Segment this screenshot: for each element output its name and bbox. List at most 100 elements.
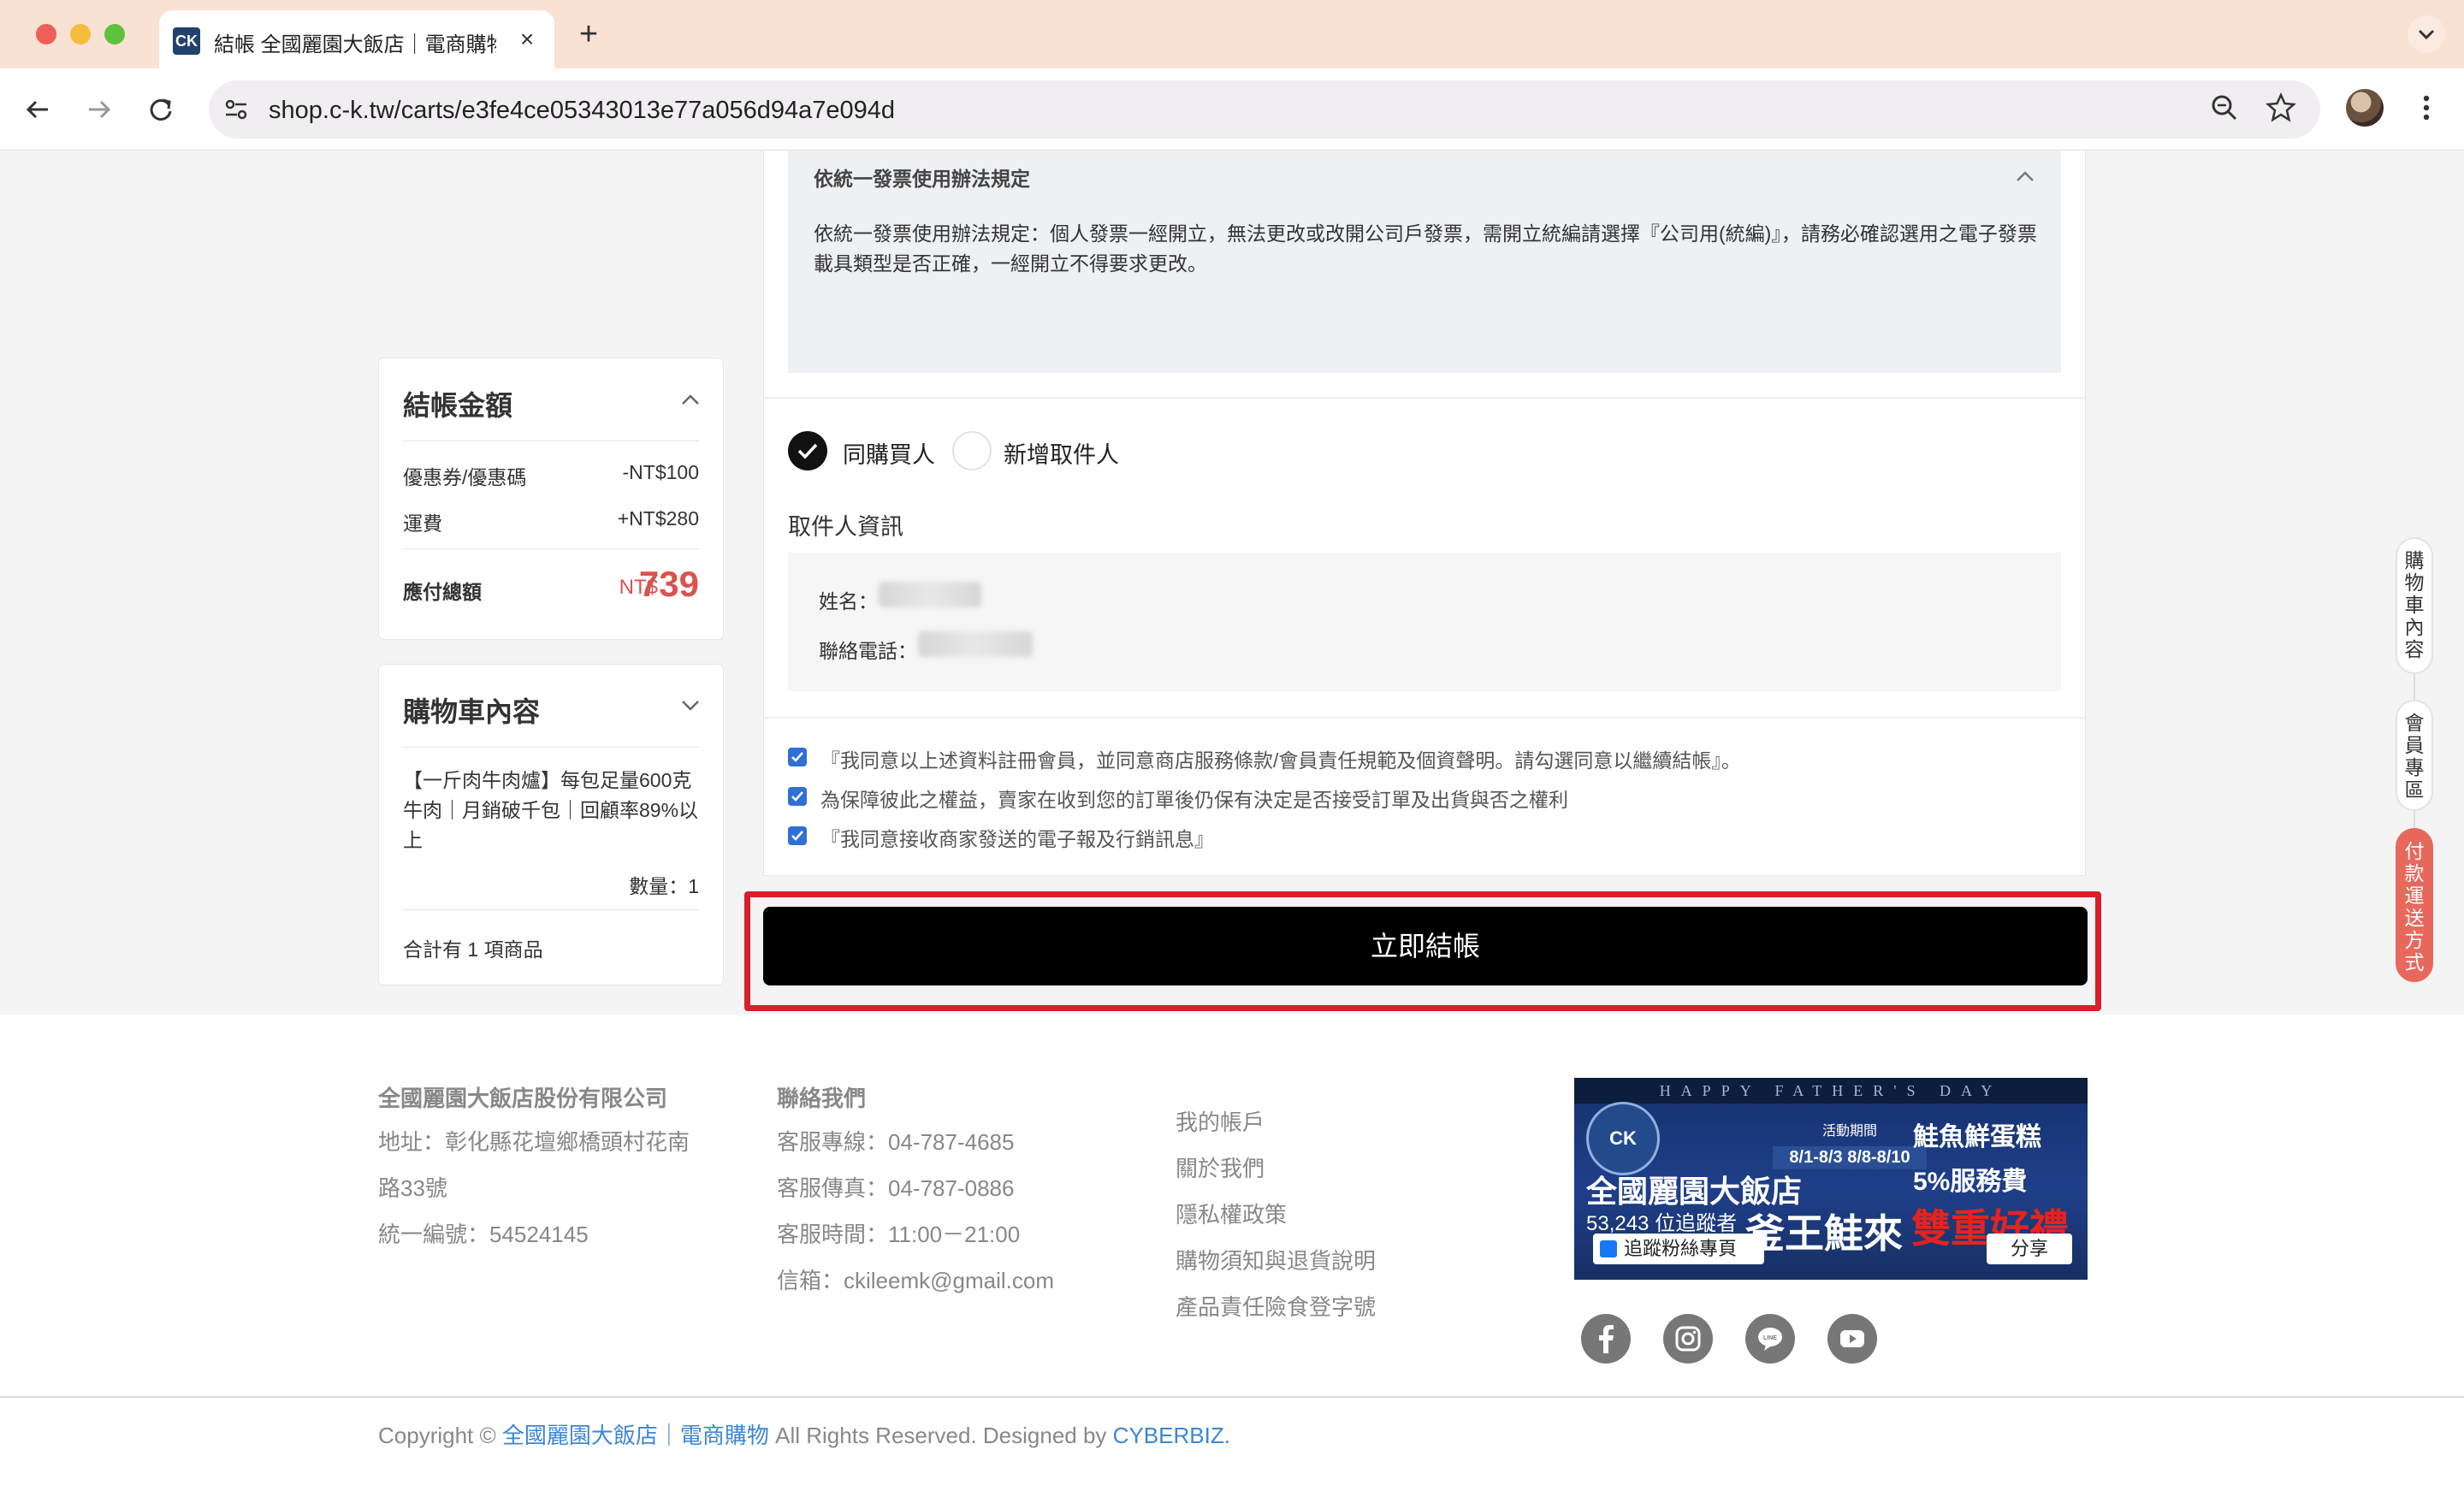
fb-page-logo: CK [1586,1102,1660,1175]
agreement-checkbox-newsletter[interactable] [788,826,807,845]
recipient-phone-label: 聯絡電話： [819,640,917,662]
fb-headline-2: 5%服務費 [1913,1168,2028,1196]
footer-link-my-account[interactable]: 我的帳戶 [1176,1105,1265,1137]
browser-toolbar: shop.c-k.tw/carts/e3fe4ce05343013e77a056… [0,68,2464,151]
reload-icon[interactable] [142,91,180,128]
footer-company-title: 全國麗園大飯店股份有限公司 [378,1086,668,1111]
checkout-now-button[interactable]: 立即結帳 [763,907,2088,985]
summary-title: 結帳金額 [403,390,513,421]
instagram-icon[interactable] [1663,1314,1713,1364]
agreement-label-newsletter: 『我同意接收商家發送的電子報及行銷訊息』 [820,828,1214,850]
recipient-name-label: 姓名： [819,590,878,612]
footer-company-address: 地址：彰化縣花壇鄉橋頭村花南路33號 [378,1129,690,1201]
fb-event-dates: 8/1-8/3 8/8-8/10 [1773,1146,1927,1169]
new-recipient-radio[interactable] [952,431,992,470]
facebook-page-banner[interactable]: HAPPY FATHER'S DAY CK 活動期間 8/1-8/3 8/8-8… [1574,1078,2088,1280]
shipping-label: 運費 [403,512,442,535]
total-amount: 739 [638,564,699,604]
side-rail-cart-contents[interactable]: 購物車內容 [2396,537,2433,674]
fb-follow-button[interactable]: 追蹤粉絲專頁 [1593,1234,1764,1264]
copyright-middle: All Rights Reserved. Designed by [775,1423,1107,1448]
side-rail-payment-shipping[interactable]: 付款運送方式 [2396,828,2433,982]
footer-contact-title: 聯絡我們 [777,1086,867,1111]
footer-link-liability-insurance[interactable]: 產品責任險食登字號 [1176,1290,1376,1322]
chevron-up-icon[interactable] [2015,169,2035,183]
checkout-form-panel: 依統一發票使用辦法規定 依統一發票使用辦法規定：個人發票一經開立，無法更改或改開… [763,151,2086,876]
site-footer: 全國麗園大飯店股份有限公司 地址：彰化縣花壇鄉橋頭村花南路33號 統一編號：54… [0,1015,2464,1497]
side-rail-payment-label: 付款運送方式 [2404,840,2425,973]
agreement-checkbox-register[interactable] [788,748,807,766]
copyright-shop-link[interactable]: 全國麗園大飯店｜電商購物 [502,1423,769,1448]
invoice-notice-text: 依統一發票使用辦法規定：個人發票一經開立，無法更改或改開公司戶發票，需開立統編請… [814,222,2037,275]
address-bar[interactable]: shop.c-k.tw/carts/e3fe4ce05343013e77a056… [209,80,2320,139]
recipient-phone-redacted [918,631,1033,657]
side-rail-member-area[interactable]: 會員專區 [2396,700,2433,811]
line-icon[interactable]: LINE [1745,1314,1795,1364]
copyright-designer-link[interactable]: CYBERBIZ. [1113,1423,1230,1448]
footer-contact-hours: 客服時間：11:00－21:00 [777,1222,1021,1247]
fb-headline-1: 鮭魚鮮蛋糕 [1913,1123,2041,1151]
url-text[interactable]: shop.c-k.tw/carts/e3fe4ce05343013e77a056… [269,97,895,125]
cart-title: 購物車內容 [403,696,541,727]
tab-search-chevron-icon[interactable] [2408,15,2445,53]
fb-banner-strip: HAPPY FATHER'S DAY [1574,1078,2088,1104]
agreement-checkbox-order-rights[interactable] [788,787,807,806]
bookmark-star-icon[interactable] [2262,89,2300,127]
youtube-icon[interactable] [1827,1314,1877,1364]
invoice-notice-box: 依統一發票使用辦法規定 依統一發票使用辦法規定：個人發票一經開立，無法更改或改開… [788,151,2061,373]
chevron-down-icon[interactable] [680,699,701,713]
footer-contact-fax: 客服傳真：04-787-0886 [777,1175,1015,1201]
fb-follower-count: 53,243 位追蹤者 [1586,1212,1738,1235]
minimize-window-button[interactable] [70,24,91,44]
fb-page-name: 全國麗園大飯店 [1586,1174,1803,1209]
fb-share-button[interactable]: 分享 [1987,1234,2072,1264]
footer-company-tax-id: 統一編號：54524145 [378,1222,589,1247]
same-as-buyer-label[interactable]: 同購買人 [843,436,935,470]
tab-close-icon[interactable]: × [512,24,542,55]
cart-item-count: 合計有 1 項商品 [403,938,543,961]
new-tab-plus-icon[interactable]: + [572,15,606,53]
cart-item-name[interactable]: 【一斤肉牛肉爐】每包足量600克牛肉｜月銷破千包｜回顧率89%以上 [403,766,702,855]
copyright-prefix: Copyright © [378,1423,496,1448]
maximize-window-button[interactable] [104,24,125,44]
zoom-magnifier-icon[interactable] [2206,89,2243,127]
forward-arrow-icon[interactable] [80,91,118,128]
tab-title: 結帳 全國麗園大飯店｜電商購物 [214,33,496,56]
total-label: 應付總額 [403,581,482,603]
cart-divider [403,747,699,748]
agreement-label-order-rights: 為保障彼此之權益，賣家在收到您的訂單後仍保有決定是否接受訂單及出貨與否之權利 [820,789,1568,811]
footer-contact-phone: 客服專線：04-787-4685 [777,1129,1015,1155]
side-rail-connector [2414,674,2415,700]
side-rail-member-label: 會員專區 [2404,712,2425,801]
recipient-info-box: 姓名： 聯絡電話： [788,553,2061,691]
footer-contact-email[interactable]: 信箱：ckileemk@gmail.com [777,1257,1054,1304]
recipient-name-redacted [879,582,981,607]
summary-divider [403,548,699,549]
back-arrow-icon[interactable] [19,91,56,128]
footer-divider [0,1396,2464,1398]
checkout-page: 結帳金額 優惠券/優惠碼 -NT$100 運費 +NT$280 應付總額 NT$… [0,151,2464,1497]
same-as-buyer-radio[interactable] [788,431,827,470]
footer-link-shopping-returns[interactable]: 購物須知與退貨說明 [1176,1244,1376,1275]
browser-tab-bar: CK 結帳 全國麗園大飯店｜電商購物 × + [0,0,2464,68]
recipient-info-heading: 取件人資訊 [788,514,903,540]
profile-avatar[interactable] [2346,89,2384,127]
footer-link-privacy[interactable]: 隱私權政策 [1176,1198,1287,1229]
invoice-notice-title[interactable]: 依統一發票使用辦法規定 [814,163,1030,192]
site-info-icon[interactable] [221,94,252,125]
site-favicon-icon: CK [173,27,200,55]
chevron-up-icon[interactable] [680,393,701,406]
facebook-icon[interactable] [1581,1314,1631,1364]
close-window-button[interactable] [36,24,56,44]
footer-link-about-us[interactable]: 關於我們 [1176,1151,1265,1183]
cart-divider [403,909,699,910]
coupon-label: 優惠券/優惠碼 [403,466,527,488]
shipping-value: +NT$280 [617,507,699,530]
side-rail-cart-label: 購物車內容 [2404,549,2425,660]
browser-menu-dots-icon[interactable] [2409,89,2443,127]
browser-tab-active[interactable]: CK 結帳 全國麗園大飯店｜電商購物 × [159,10,554,68]
agreement-label-register: 『我同意以上述資料註冊會員，並同意商店服務條款/會員責任規範及個資聲明。請勾選同… [820,749,1741,772]
section-divider [764,397,2085,399]
new-recipient-label[interactable]: 新增取件人 [1004,436,1119,470]
section-divider [764,717,2085,719]
